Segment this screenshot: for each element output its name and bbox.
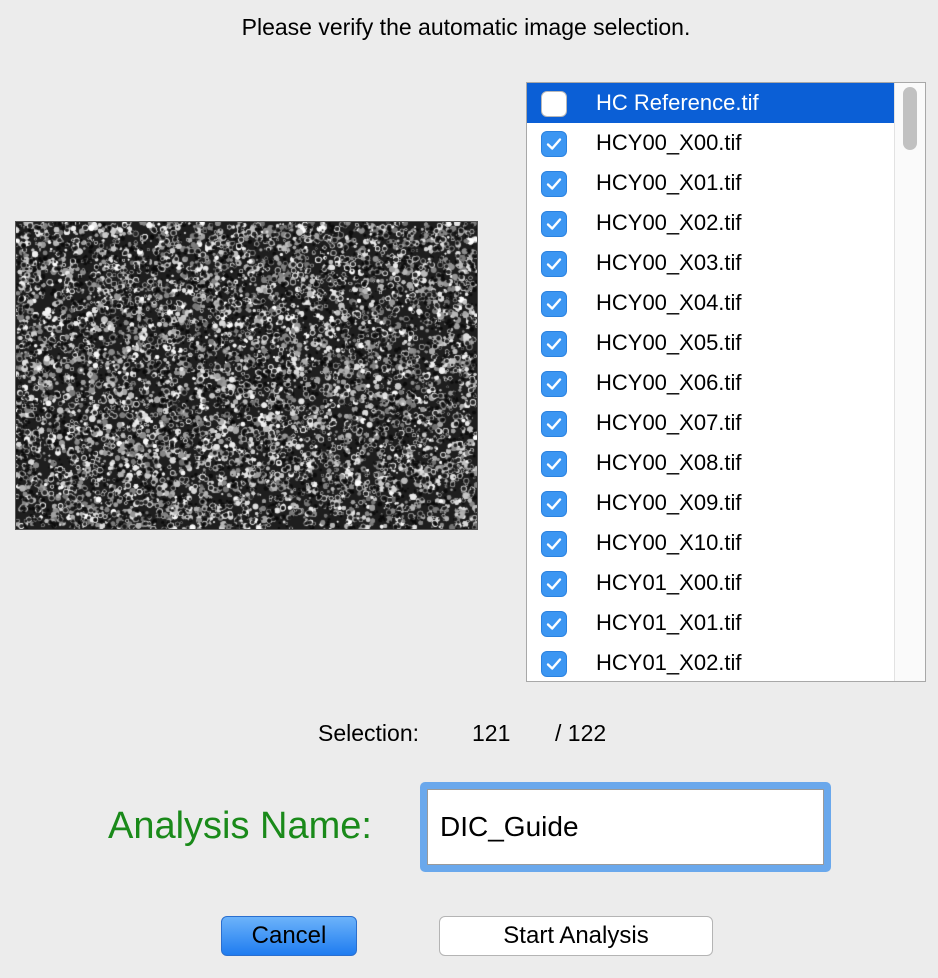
file-list-item[interactable]: HCY00_X00.tif — [527, 123, 894, 163]
file-name: HCY00_X01.tif — [596, 170, 742, 195]
checkmark-icon — [546, 138, 562, 150]
checkbox-unchecked[interactable] — [541, 91, 567, 117]
checkmark-icon — [546, 418, 562, 430]
checkmark-icon — [546, 538, 562, 550]
checkbox-checked[interactable] — [541, 531, 567, 557]
analysis-name-label: Analysis Name: — [108, 805, 372, 847]
checkbox-checked[interactable] — [541, 291, 567, 317]
speckle-image-preview — [15, 221, 478, 530]
file-name: HCY01_X02.tif — [596, 650, 742, 675]
checkbox-checked[interactable] — [541, 331, 567, 357]
file-name: HCY00_X00.tif — [596, 130, 742, 155]
file-name: HCY00_X06.tif — [596, 370, 742, 395]
file-name: HCY00_X03.tif — [596, 250, 742, 275]
checkbox-checked[interactable] — [541, 211, 567, 237]
file-list[interactable]: HC Reference.tif HCY00_X00.tif HCY00_X01.t… — [526, 82, 926, 682]
speckle-pattern-canvas — [16, 222, 477, 529]
file-list-rows: HC Reference.tif HCY00_X00.tif HCY00_X01.t… — [527, 83, 894, 681]
file-name: HCY00_X08.tif — [596, 450, 742, 475]
file-list-item[interactable]: HCY01_X01.tif — [527, 603, 894, 643]
checkbox-checked[interactable] — [541, 131, 567, 157]
file-list-item[interactable]: HCY00_X02.tif — [527, 203, 894, 243]
file-name: HCY00_X04.tif — [596, 290, 742, 315]
checkbox-checked[interactable] — [541, 251, 567, 277]
scrollbar-thumb[interactable] — [903, 87, 917, 150]
file-list-item[interactable]: HCY00_X07.tif — [527, 403, 894, 443]
checkmark-icon — [546, 338, 562, 350]
file-list-item[interactable]: HCY00_X05.tif — [527, 323, 894, 363]
file-list-item[interactable]: HCY01_X00.tif — [527, 563, 894, 603]
file-list-item[interactable]: HCY00_X01.tif — [527, 163, 894, 203]
file-name: HCY00_X05.tif — [596, 330, 742, 355]
checkmark-icon — [546, 218, 562, 230]
file-list-item[interactable]: HCY00_X09.tif — [527, 483, 894, 523]
file-list-item[interactable]: HCY00_X06.tif — [527, 363, 894, 403]
file-name: HCY00_X07.tif — [596, 410, 742, 435]
file-list-item[interactable]: HCY00_X08.tif — [527, 443, 894, 483]
analysis-name-input[interactable] — [427, 789, 824, 865]
checkbox-checked[interactable] — [541, 611, 567, 637]
selection-count: 121 — [472, 720, 511, 746]
checkmark-icon — [546, 498, 562, 510]
file-name: HCY00_X02.tif — [596, 210, 742, 235]
image-selection-dialog: Please verify the automatic image select… — [0, 0, 938, 978]
instruction-text: Please verify the automatic image select… — [241, 14, 691, 40]
file-list-item[interactable]: HC Reference.tif — [527, 83, 894, 123]
checkbox-checked[interactable] — [541, 411, 567, 437]
checkmark-icon — [546, 298, 562, 310]
selection-total: / 122 — [555, 720, 607, 746]
checkbox-checked[interactable] — [541, 571, 567, 597]
checkmark-icon — [546, 258, 562, 270]
cancel-button[interactable]: Cancel — [221, 916, 357, 956]
checkmark-icon — [546, 378, 562, 390]
file-name: HCY00_X10.tif — [596, 530, 742, 555]
file-name: HCY00_X09.tif — [596, 490, 742, 515]
file-name: HCY01_X00.tif — [596, 570, 742, 595]
file-name: HC Reference.tif — [596, 90, 759, 115]
checkbox-checked[interactable] — [541, 451, 567, 477]
checkmark-icon — [546, 178, 562, 190]
checkbox-checked[interactable] — [541, 371, 567, 397]
checkbox-checked[interactable] — [541, 651, 567, 677]
file-name: HCY01_X01.tif — [596, 610, 742, 635]
file-list-item[interactable]: HCY00_X04.tif — [527, 283, 894, 323]
checkbox-checked[interactable] — [541, 171, 567, 197]
file-list-item[interactable]: HCY00_X03.tif — [527, 243, 894, 283]
checkmark-icon — [546, 578, 562, 590]
selection-label: Selection: — [318, 720, 420, 746]
start-analysis-button[interactable]: Start Analysis — [439, 916, 713, 956]
checkbox-checked[interactable] — [541, 491, 567, 517]
file-list-item[interactable]: HCY00_X10.tif — [527, 523, 894, 563]
checkmark-icon — [546, 658, 562, 670]
file-list-scrollbar[interactable] — [894, 83, 925, 681]
file-list-item[interactable]: HCY01_X02.tif — [527, 643, 894, 681]
checkmark-icon — [546, 458, 562, 470]
checkmark-icon — [546, 618, 562, 630]
